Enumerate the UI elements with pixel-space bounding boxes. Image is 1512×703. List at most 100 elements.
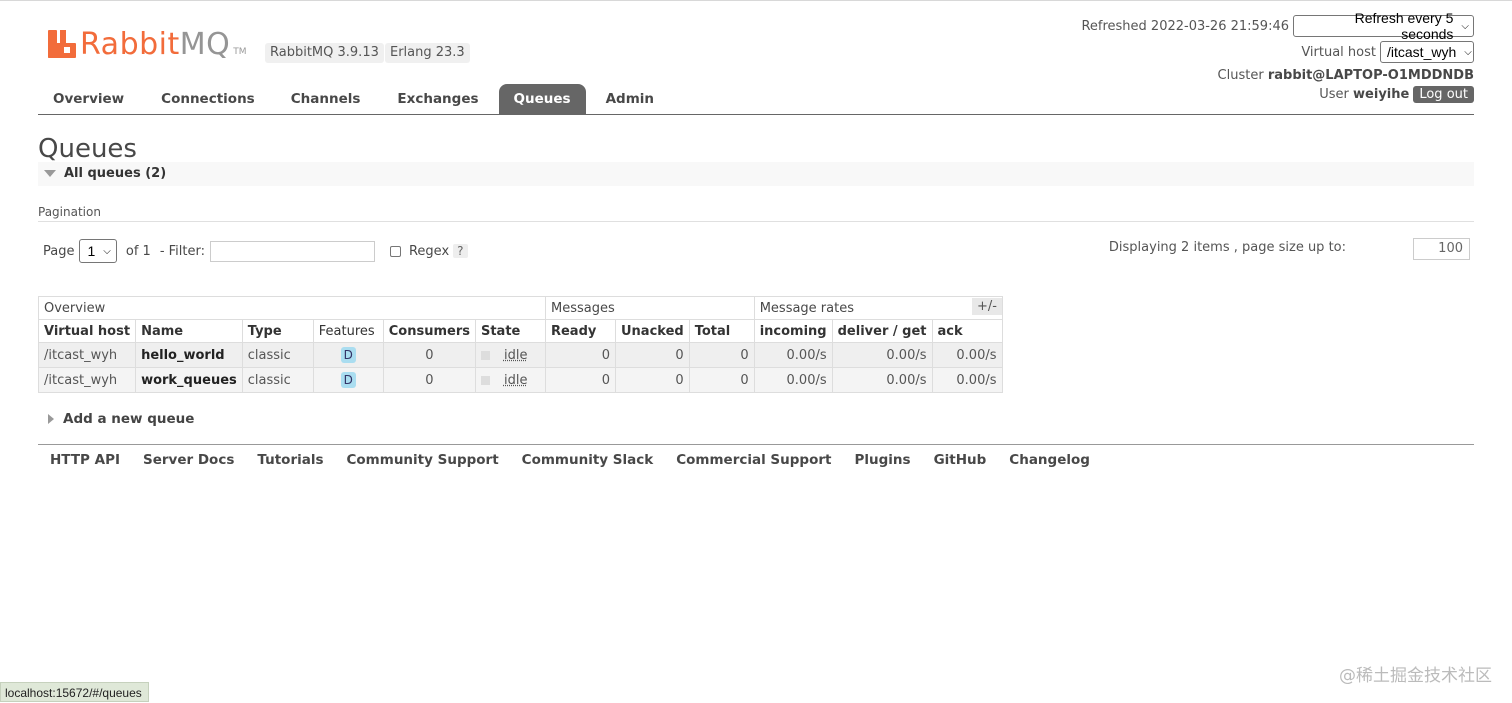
column-header[interactable]: incoming	[753, 319, 833, 343]
virtual-host-label: Virtual host	[1301, 44, 1376, 60]
column-header[interactable]: Type	[241, 319, 314, 343]
tab-channels[interactable]: Channels	[273, 84, 379, 114]
tab-exchanges[interactable]: Exchanges	[378, 84, 498, 114]
logo-trademark: TM	[233, 47, 247, 57]
footer-link-commercial-support[interactable]: Commercial Support	[676, 452, 831, 468]
cluster-name: rabbit@LAPTOP-O1MDDNDB	[1267, 68, 1474, 83]
column-header[interactable]: ack	[931, 319, 1003, 343]
page-title: Queues	[38, 134, 137, 164]
tab-overview[interactable]: Overview	[38, 84, 139, 114]
cell-ack: 0.00/s	[931, 342, 1003, 368]
group-message-rates: Message rates	[753, 296, 1003, 320]
rabbitmq-logo-icon	[48, 30, 76, 58]
logout-button[interactable]: Log out	[1413, 86, 1474, 103]
column-header: Features	[312, 319, 384, 343]
column-toggle-button[interactable]: +/-	[972, 298, 1002, 315]
display-info: Displaying 2 items , page size up to:	[1108, 240, 1346, 255]
cell-consumers: 0	[382, 342, 476, 368]
footer-link-community-slack[interactable]: Community Slack	[522, 452, 654, 468]
column-header[interactable]: Ready	[544, 319, 616, 343]
regex-help-button[interactable]: ?	[453, 244, 468, 258]
table-row[interactable]: /itcast_wyh work_queues classic D 0 idle…	[37, 367, 1003, 393]
chevron-down-icon: ⌵	[103, 245, 111, 257]
add-queue-toggle[interactable]: Add a new queue	[48, 411, 194, 427]
add-queue-label: Add a new queue	[63, 411, 195, 427]
durable-badge: D	[340, 347, 356, 363]
watermark: @稀土掘金技术社区	[1339, 666, 1492, 686]
cell-state: idle	[474, 342, 546, 368]
column-header[interactable]: Total	[688, 319, 755, 343]
column-header[interactable]: Name	[135, 319, 243, 343]
group-overview: Overview	[38, 296, 546, 320]
queue-name-link[interactable]: hello_world	[135, 342, 243, 368]
triangle-right-icon	[48, 414, 54, 424]
state-label: idle	[503, 347, 528, 363]
virtual-host-select[interactable]: /itcast_wyh ⌵	[1380, 41, 1474, 63]
footer-link-tutorials[interactable]: Tutorials	[257, 452, 323, 468]
cell-features: D	[312, 367, 384, 393]
footer-link-server-docs[interactable]: Server Docs	[143, 452, 234, 468]
refreshed-timestamp: Refreshed 2022-03-26 21:59:46	[1081, 18, 1289, 34]
top-border	[0, 0, 1512, 1]
column-header[interactable]: Virtual host	[37, 319, 137, 343]
column-header[interactable]: deliver / get	[831, 319, 933, 343]
regex-checkbox[interactable]	[389, 245, 401, 257]
state-indicator-icon	[480, 375, 490, 385]
main-nav-tabs: Overview Connections Channels Exchanges …	[38, 84, 674, 114]
column-header[interactable]: Unacked	[614, 319, 690, 343]
cell-deliver-get: 0.00/s	[831, 367, 933, 393]
cell-type: classic	[241, 367, 314, 393]
pagination-divider	[38, 221, 1474, 222]
logo-text: RabbitMQ	[80, 26, 231, 62]
page-label: Page	[43, 243, 75, 259]
queue-name-link[interactable]: work_queues	[135, 367, 243, 393]
cell-total: 0	[688, 342, 755, 368]
footer-link-http-api[interactable]: HTTP API	[50, 452, 120, 468]
all-queues-toggle[interactable]: All queues (2)	[44, 166, 166, 181]
page-size-input[interactable]: 100	[1413, 238, 1470, 260]
state-indicator-icon	[480, 350, 490, 360]
triangle-down-icon	[44, 170, 56, 177]
footer-link-community-support[interactable]: Community Support	[347, 452, 499, 468]
cell-unacked: 0	[614, 367, 690, 393]
filter-input[interactable]	[209, 240, 375, 262]
table-row[interactable]: /itcast_wyh hello_world classic D 0 idle…	[37, 342, 1003, 368]
page-select[interactable]: 1 ⌵	[79, 239, 117, 263]
pagination-label: Pagination	[38, 205, 101, 219]
regex-label: Regex	[408, 243, 450, 259]
column-header[interactable]: Consumers	[382, 319, 476, 343]
tab-admin[interactable]: Admin	[586, 84, 674, 114]
all-queues-section-header[interactable]	[38, 162, 1474, 186]
cell-vhost: /itcast_wyh	[37, 342, 137, 368]
refresh-interval-select[interactable]: Refresh every 5 seconds ⌵	[1293, 10, 1474, 42]
cluster-label: Cluster	[1217, 68, 1264, 83]
footer-link-github[interactable]: GitHub	[934, 452, 987, 468]
user-label: User	[1319, 87, 1349, 102]
footer-divider	[38, 444, 1474, 445]
header-info: Refreshed 2022-03-26 21:59:46 Refresh ev…	[1081, 10, 1474, 105]
cell-unacked: 0	[614, 342, 690, 368]
cell-incoming: 0.00/s	[753, 342, 833, 368]
cell-incoming: 0.00/s	[753, 367, 833, 393]
cell-type: classic	[241, 342, 314, 368]
erlang-version-badge: Erlang 23.3	[385, 43, 470, 63]
status-bar-url: localhost:15672/#/queues	[0, 682, 149, 702]
cell-total: 0	[688, 367, 755, 393]
tab-connections[interactable]: Connections	[139, 84, 273, 114]
cell-ready: 0	[544, 367, 616, 393]
cell-ready: 0	[544, 342, 616, 368]
pagination-controls: Page 1 ⌵ of 1 - Filter: Regex ?	[43, 239, 468, 263]
tab-queues[interactable]: Queues	[498, 84, 586, 114]
page-count: of 1	[125, 243, 151, 259]
cell-vhost: /itcast_wyh	[37, 367, 137, 393]
chevron-down-icon: ⌵	[1461, 20, 1469, 32]
cell-ack: 0.00/s	[931, 367, 1003, 393]
column-header[interactable]: State	[474, 319, 546, 343]
queues-table: Overview Messages Message rates Virtual …	[37, 296, 1003, 393]
footer-link-plugins[interactable]: Plugins	[854, 452, 910, 468]
rabbitmq-logo[interactable]: RabbitMQ TM	[48, 26, 247, 62]
cell-features: D	[312, 342, 384, 368]
group-messages: Messages	[544, 296, 755, 320]
state-label: idle	[503, 372, 528, 388]
footer-link-changelog[interactable]: Changelog	[1009, 452, 1090, 468]
